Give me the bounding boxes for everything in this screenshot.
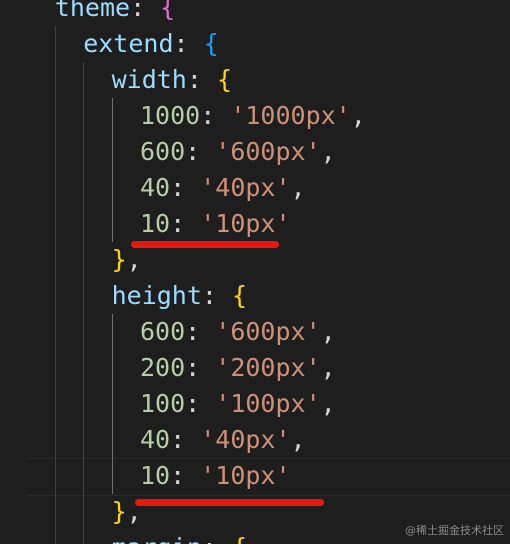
code-line[interactable]: 600: '600px', xyxy=(140,134,336,170)
colon: : xyxy=(185,317,216,346)
numeric-key: 600 xyxy=(140,137,186,166)
colon: : xyxy=(201,281,233,310)
code-line[interactable]: 10: '10px' xyxy=(140,206,291,242)
colon: : xyxy=(170,461,201,490)
comma: , xyxy=(320,137,336,166)
string-value: '600px' xyxy=(215,137,321,166)
close-brace: } xyxy=(111,245,127,274)
comma: , xyxy=(290,425,306,454)
open-brace: { xyxy=(216,65,233,94)
colon: : xyxy=(170,209,201,238)
numeric-key: 1000 xyxy=(140,101,201,130)
indent-guide-height xyxy=(112,314,113,494)
comma: , xyxy=(320,353,336,382)
numeric-key: 200 xyxy=(140,353,186,382)
comma: , xyxy=(290,173,306,202)
code-line[interactable]: 600: '600px', xyxy=(140,314,336,350)
numeric-key: 10 xyxy=(140,209,171,238)
string-value: '40px' xyxy=(200,425,291,454)
red-underline-height xyxy=(135,499,324,506)
colon: : xyxy=(130,0,161,22)
numeric-key: 600 xyxy=(140,317,186,346)
code-line[interactable]: height: { xyxy=(112,278,247,314)
colon: : xyxy=(186,65,217,94)
code-line[interactable]: extend: { xyxy=(83,26,218,62)
comma: , xyxy=(126,245,142,274)
comma: , xyxy=(320,317,336,346)
code-line[interactable]: 40: '40px', xyxy=(140,422,306,458)
colon: : xyxy=(185,353,216,382)
code-line[interactable]: 40: '40px', xyxy=(140,170,306,206)
string-value: '100px' xyxy=(215,389,321,418)
property-key: extend xyxy=(83,29,174,58)
open-brace: { xyxy=(160,0,176,22)
colon: : xyxy=(170,173,201,202)
property-key: margin xyxy=(112,533,202,544)
numeric-key: 40 xyxy=(140,173,171,202)
property-key: height xyxy=(111,281,202,310)
indent-guide-theme xyxy=(55,26,56,544)
code-line[interactable]: 10: '10px' xyxy=(140,458,291,494)
watermark: @稀土掘金技术社区 xyxy=(405,524,504,537)
open-brace: { xyxy=(203,29,219,58)
string-value: '10px' xyxy=(200,461,291,490)
indent-guide-width xyxy=(112,98,113,242)
colon: : xyxy=(170,425,201,454)
code-line[interactable]: width: { xyxy=(112,62,232,98)
numeric-key: 100 xyxy=(140,389,186,418)
colon: : xyxy=(202,533,232,544)
comma: , xyxy=(350,101,366,130)
string-value: '600px' xyxy=(215,317,321,346)
close-brace: } xyxy=(111,497,127,526)
code-editor[interactable]: theme: {extend: {width: {1000: '1000px',… xyxy=(0,0,510,544)
colon: : xyxy=(173,29,204,58)
numeric-key: 40 xyxy=(140,425,171,454)
open-brace: { xyxy=(232,533,247,544)
indent-guide-extend xyxy=(83,62,84,544)
property-key: theme xyxy=(54,0,131,22)
string-value: '1000px' xyxy=(230,101,351,130)
numeric-key: 10 xyxy=(140,461,171,490)
string-value: '200px' xyxy=(215,353,321,382)
open-brace: { xyxy=(232,281,248,310)
string-value: '10px' xyxy=(200,209,291,238)
colon: : xyxy=(200,101,231,130)
colon: : xyxy=(185,137,216,166)
code-line[interactable]: theme: { xyxy=(55,0,175,26)
red-underline-width xyxy=(131,241,279,248)
comma: , xyxy=(320,389,336,418)
code-line[interactable]: 1000: '1000px', xyxy=(140,98,366,134)
colon: : xyxy=(185,389,216,418)
code-line[interactable]: 200: '200px', xyxy=(140,350,336,386)
code-line[interactable]: 100: '100px', xyxy=(140,386,336,422)
property-key: width xyxy=(111,65,187,94)
code-line[interactable]: margin: { xyxy=(112,530,247,544)
string-value: '40px' xyxy=(200,173,291,202)
